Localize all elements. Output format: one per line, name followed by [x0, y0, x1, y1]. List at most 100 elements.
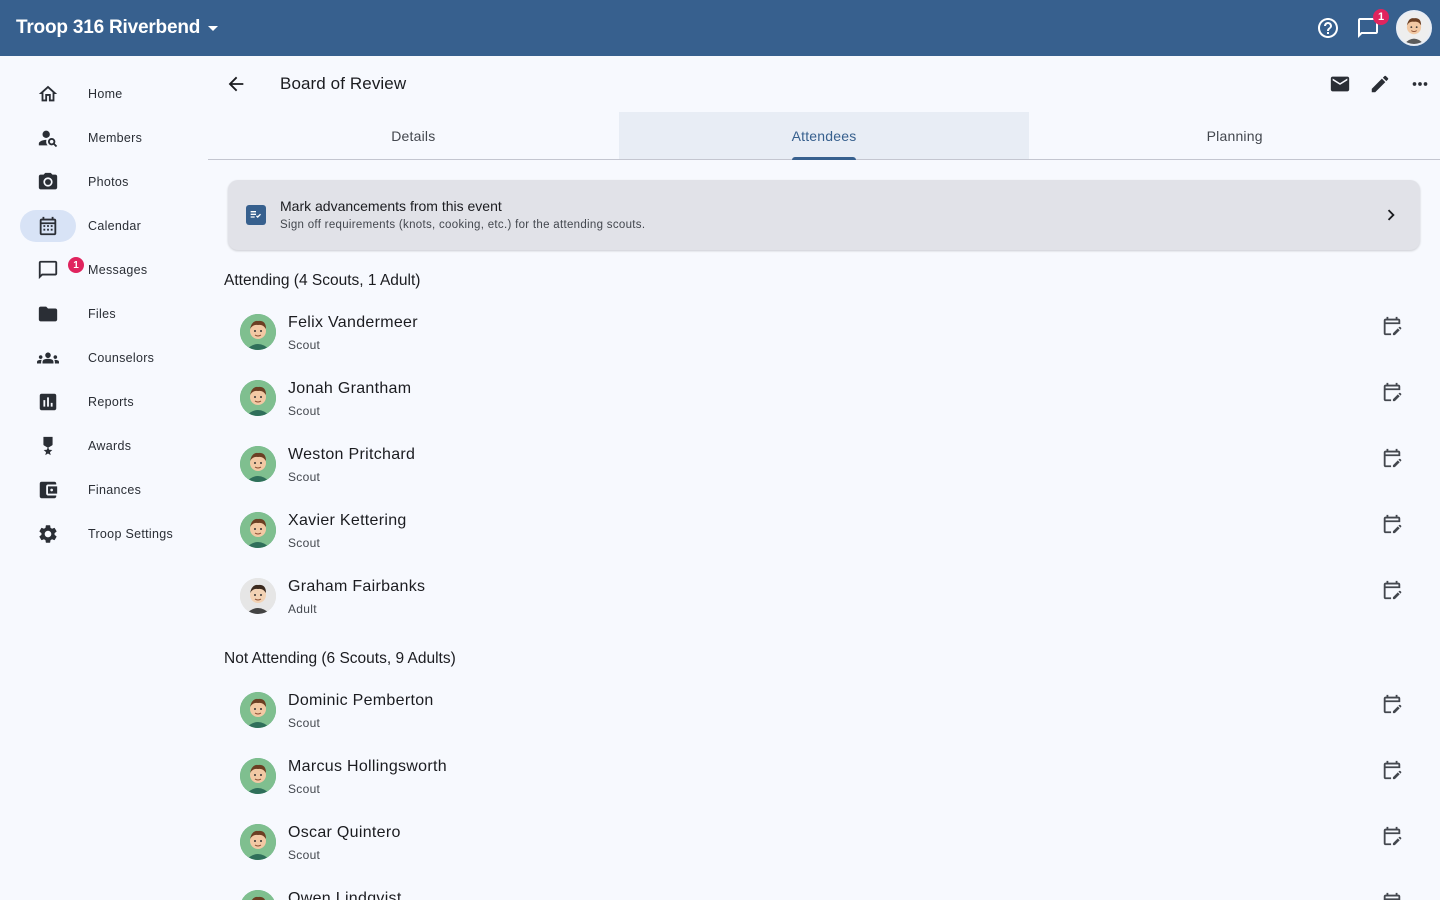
nav-item-troop-settings[interactable]: Troop Settings — [0, 512, 208, 556]
more-options-button[interactable] — [1404, 68, 1436, 100]
attendee-role: Scout — [288, 404, 321, 418]
attendee-name: Oscar Quintero — [288, 824, 401, 841]
nav-item-messages[interactable]: 1 Messages — [0, 248, 208, 292]
rsvp-edit-button[interactable] — [1376, 310, 1408, 342]
pencil-icon — [1371, 75, 1389, 93]
edit-calendar-icon — [1381, 693, 1403, 715]
tab-attendees[interactable]: Attendees — [618, 112, 1030, 160]
tab-label: Planning — [1206, 127, 1263, 144]
avatar — [240, 512, 276, 548]
rsvp-edit-button[interactable] — [1376, 442, 1408, 474]
nav-label: Members — [88, 131, 143, 145]
edit-calendar-icon — [1381, 381, 1403, 403]
rsvp-edit-button[interactable] — [1376, 754, 1408, 786]
attendee-row[interactable]: Dominic Pemberton Scout — [224, 678, 1424, 744]
nav-label: Awards — [88, 439, 132, 453]
nav-item-calendar[interactable]: Calendar — [0, 204, 208, 248]
chevron-right-icon — [1380, 204, 1402, 226]
nav-icon-container — [20, 342, 76, 374]
nav-item-awards[interactable]: Awards — [0, 424, 208, 468]
nav-item-photos[interactable]: Photos — [0, 160, 208, 204]
attendee-role: Scout — [288, 470, 321, 484]
avatar — [240, 446, 276, 482]
nav-icon-container — [20, 122, 76, 154]
tab-planning[interactable]: Planning — [1029, 112, 1440, 159]
edit-calendar-icon — [1381, 513, 1403, 535]
award-icon — [43, 436, 53, 456]
nav-label: Counselors — [88, 351, 155, 365]
calendar-icon — [39, 216, 57, 236]
nav-icon-container — [20, 166, 76, 198]
attendee-name: Xavier Kettering — [288, 512, 407, 529]
nav-item-files[interactable]: Files — [0, 292, 208, 336]
dropdown-caret-icon — [208, 25, 219, 31]
attendee-role: Scout — [288, 782, 321, 796]
rsvp-edit-button[interactable] — [1376, 886, 1408, 900]
mark-advancements-card[interactable]: Mark advancements from this event Sign o… — [228, 180, 1420, 250]
edit-button[interactable] — [1364, 68, 1396, 100]
rsvp-edit-button[interactable] — [1376, 376, 1408, 408]
nav-message-badge: 1 — [68, 257, 84, 273]
bar-chart-icon — [39, 393, 57, 411]
nav-icon-container — [20, 78, 76, 110]
attendee-row[interactable]: Weston Pritchard Scout — [224, 432, 1424, 498]
folder-icon — [38, 306, 58, 322]
attendee-name: Marcus Hollingsworth — [288, 758, 447, 775]
nav-item-home[interactable]: Home — [0, 72, 208, 116]
nav-item-reports[interactable]: Reports — [0, 380, 208, 424]
tab-bar: Details Attendees Planning — [208, 112, 1440, 160]
rsvp-edit-button[interactable] — [1376, 508, 1408, 540]
avatar — [240, 578, 276, 614]
attendee-row[interactable]: Xavier Kettering Scout — [224, 498, 1424, 564]
top-app-bar: Troop 316 Riverbend 1 — [0, 0, 1440, 56]
tab-label: Attendees — [791, 127, 857, 144]
attendee-role: Adult — [288, 602, 317, 616]
person-search-icon — [38, 130, 58, 148]
nav-icon-container: 1 — [20, 254, 84, 286]
rsvp-edit-button[interactable] — [1376, 820, 1408, 852]
attendee-row[interactable]: Graham Fairbanks Adult — [224, 564, 1424, 630]
nav-item-members[interactable]: Members — [0, 116, 208, 160]
attendee-name: Graham Fairbanks — [288, 578, 426, 595]
edit-calendar-icon — [1381, 891, 1403, 900]
messages-button[interactable]: 1 — [1352, 9, 1389, 44]
tab-label: Details — [391, 127, 436, 144]
help-button[interactable] — [1312, 12, 1344, 44]
checklist-icon — [246, 205, 266, 225]
attendee-row[interactable]: Jonah Grantham Scout — [224, 366, 1424, 432]
card-subtitle: Sign off requirements (knots, cooking, e… — [280, 219, 646, 231]
nav-label: Reports — [88, 395, 134, 409]
user-avatar[interactable] — [1396, 10, 1432, 46]
email-button[interactable] — [1324, 68, 1356, 100]
nav-item-counselors[interactable]: Counselors — [0, 336, 208, 380]
attendee-row[interactable]: Felix Vandermeer Scout — [224, 300, 1424, 366]
troop-switcher[interactable]: Troop 316 Riverbend — [16, 0, 219, 56]
attendee-row[interactable]: Marcus Hollingsworth Scout — [224, 744, 1424, 810]
nav-item-finances[interactable]: Finances — [0, 468, 208, 512]
avatar-illustration — [1398, 12, 1430, 44]
help-icon — [1318, 18, 1338, 38]
camera-icon — [38, 172, 58, 190]
avatar — [240, 692, 276, 728]
avatar — [240, 758, 276, 794]
rsvp-edit-button[interactable] — [1376, 574, 1408, 606]
card-title: Mark advancements from this event — [280, 198, 502, 214]
nav-icon-container — [20, 518, 76, 550]
rsvp-edit-button[interactable] — [1376, 688, 1408, 720]
attendee-name: Owen Lindqvist — [288, 890, 402, 900]
attendee-name: Felix Vandermeer — [288, 314, 418, 331]
not-attending-heading: Not Attending (6 Scouts, 9 Adults) — [224, 650, 456, 667]
nav-icon-container — [20, 430, 76, 462]
chat-icon — [38, 260, 58, 280]
edit-calendar-icon — [1381, 825, 1403, 847]
attendee-name: Dominic Pemberton — [288, 692, 434, 709]
avatar — [240, 890, 276, 900]
attendee-role: Scout — [288, 848, 321, 862]
attendee-row[interactable]: Owen LindqvistScout — [224, 876, 1424, 900]
tab-details[interactable]: Details — [208, 112, 619, 159]
back-button[interactable] — [220, 68, 252, 100]
nav-label: Troop Settings — [88, 527, 174, 541]
edit-calendar-icon — [1381, 759, 1403, 781]
attendee-row[interactable]: Oscar Quintero Scout — [224, 810, 1424, 876]
avatar — [240, 380, 276, 416]
